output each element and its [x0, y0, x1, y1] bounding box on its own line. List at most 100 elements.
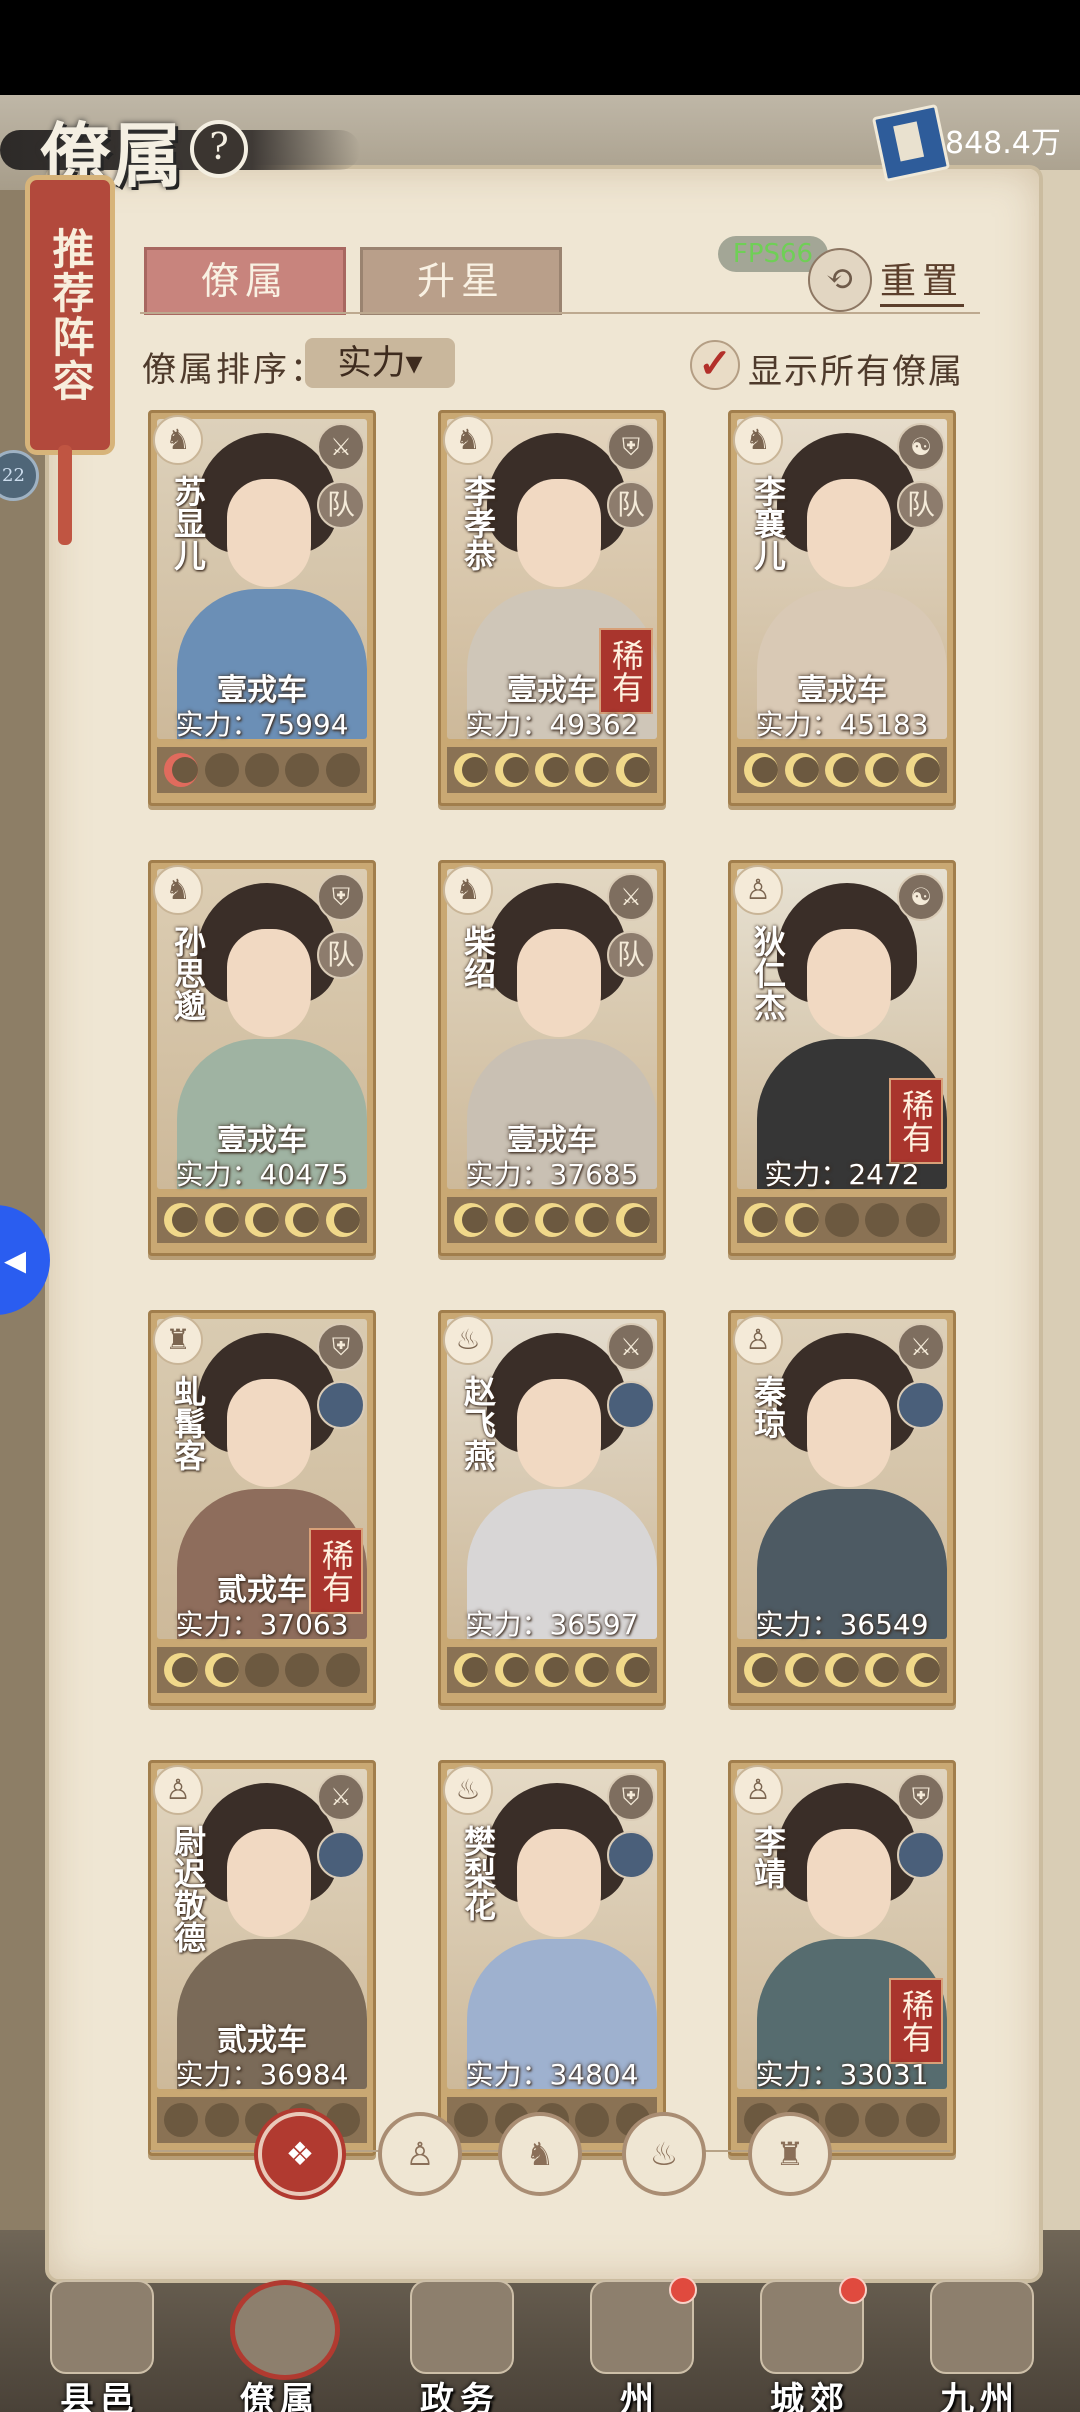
- moon-star-icon: [204, 1653, 239, 1687]
- cat-icon[interactable]: ♞: [498, 2112, 582, 2196]
- moon-star-icon: [865, 2103, 900, 2137]
- moon-star-icon: [164, 2103, 199, 2137]
- tab-shengxing[interactable]: 升星: [360, 247, 562, 315]
- moon-star-icon: [865, 753, 900, 787]
- retainer-card[interactable]: ♜ ⛨ 虬髯客 稀有 贰戎车 实力：37063: [148, 1310, 376, 1706]
- team-badge: 队: [897, 481, 945, 529]
- class-icon: ⚔: [317, 1773, 365, 1821]
- class-icon: ⛨: [897, 1773, 945, 1821]
- moon-star-icon: [615, 1203, 650, 1237]
- show-all-checkbox[interactable]: ✓: [690, 340, 740, 390]
- nav-building-icon: [410, 2280, 514, 2374]
- faction-icon: ♙: [733, 1315, 783, 1365]
- moon-star-icon: [905, 1203, 940, 1237]
- reset-button[interactable]: 重置: [880, 252, 965, 307]
- question-icon[interactable]: ?: [190, 120, 248, 178]
- all-icon[interactable]: ❖: [258, 2112, 342, 2196]
- class-icon: ⚔: [317, 423, 365, 471]
- moon-star-icon: [824, 753, 859, 787]
- power-value: 实力：37685: [465, 1158, 639, 1191]
- nav-building-icon: [930, 2280, 1034, 2374]
- retainer-card[interactable]: ♙ ☯ 狄仁杰 稀有 实力：2472: [728, 860, 956, 1256]
- power-value: 实力：2472: [764, 1158, 920, 1191]
- rat-icon[interactable]: ♜: [748, 2112, 832, 2196]
- retainer-name: 赵飞燕: [459, 1375, 497, 1471]
- tab-liaoshu[interactable]: 僚属: [144, 247, 346, 315]
- moon-star-icon: [244, 753, 279, 787]
- fan-icon[interactable]: ♨: [622, 2112, 706, 2196]
- nav-item[interactable]: 九州: [905, 2280, 1055, 2412]
- faction-icon: ♨: [443, 1765, 493, 1815]
- moon-star-icon: [454, 1203, 489, 1237]
- power-value: 实力：75994: [175, 708, 349, 741]
- retainer-card[interactable]: ♞ ☯ 队李襄儿 壹戎车 实力：45183: [728, 410, 956, 806]
- reset-icon[interactable]: ⟲: [808, 248, 872, 312]
- faction-icon: ♙: [733, 1765, 783, 1815]
- moon-star-icon: [905, 1653, 940, 1687]
- moon-star-icon: [824, 2103, 859, 2137]
- retainer-name: 柴绍: [459, 925, 497, 989]
- team-badge: 队: [317, 481, 365, 529]
- star-bar: [157, 1197, 367, 1243]
- faction-icon: ♞: [443, 415, 493, 465]
- retainer-card[interactable]: ♞ ⚔ 队柴绍 壹戎车 实力：37685: [438, 860, 666, 1256]
- moon-star-icon: [494, 1653, 529, 1687]
- class-icon: ☯: [897, 873, 945, 921]
- moon-star-icon: [454, 2103, 489, 2137]
- show-all-label[interactable]: 显示所有僚属: [748, 344, 964, 393]
- star-bar: [447, 1647, 657, 1693]
- retainer-card[interactable]: ♙ ⚔ 尉迟敬德 贰戎车 实力：36984: [148, 1760, 376, 2156]
- retainer-name: 秦琼: [749, 1375, 787, 1439]
- retainer-card[interactable]: ♞ ⛨ 队李孝恭 稀有 壹戎车 实力：49362: [438, 410, 666, 806]
- moon-star-icon: [575, 2103, 610, 2137]
- nav-label: 九州: [940, 2380, 1020, 2412]
- nav-label: 僚属: [240, 2380, 320, 2412]
- class-icon: ⚔: [607, 873, 655, 921]
- retainer-card[interactable]: ♨ ⚔ 赵飞燕 实力：36597: [438, 1310, 666, 1706]
- recommend-lineup-button[interactable]: 推荐阵容: [25, 175, 115, 455]
- nav-item[interactable]: 县邑: [25, 2280, 175, 2412]
- faction-icon: ♞: [153, 415, 203, 465]
- general-icon[interactable]: ♙: [378, 2112, 462, 2196]
- sort-dropdown[interactable]: 实力▾: [305, 338, 455, 388]
- moon-star-icon: [164, 1653, 199, 1687]
- paired-avatar: [897, 1831, 945, 1879]
- power-value: 实力：45183: [755, 708, 929, 741]
- moon-star-icon: [204, 753, 239, 787]
- retainer-card[interactable]: ♨ ⛨ 樊梨花 实力：34804: [438, 1760, 666, 2156]
- moon-star-icon: [204, 1203, 239, 1237]
- nav-item[interactable]: 城郊: [735, 2276, 885, 2412]
- moon-star-icon: [865, 1653, 900, 1687]
- moon-star-icon: [534, 1653, 569, 1687]
- moon-star-icon: [285, 753, 320, 787]
- nav-item[interactable]: 僚属: [205, 2280, 355, 2412]
- power-value: 实力：40475: [175, 1158, 349, 1191]
- paired-avatar: [897, 1381, 945, 1429]
- moon-star-icon: [744, 753, 779, 787]
- retainer-name: 李孝恭: [459, 475, 497, 571]
- team-badge: 队: [607, 931, 655, 979]
- nav-item[interactable]: 州: [565, 2276, 715, 2412]
- moon-star-icon: [824, 1653, 859, 1687]
- retainer-card[interactable]: ♞ ⚔ 队苏显儿 壹戎车 实力：75994: [148, 410, 376, 806]
- moon-star-icon: [575, 1203, 610, 1237]
- nav-label: 城郊: [770, 2380, 850, 2412]
- moon-star-icon: [164, 1203, 199, 1237]
- retainer-card[interactable]: ♞ ⛨ 队孙思邈 壹戎车 实力：40475: [148, 860, 376, 1256]
- star-bar: [157, 747, 367, 793]
- tab-divider: [140, 312, 980, 314]
- moon-star-icon: [744, 1653, 779, 1687]
- moon-star-icon: [204, 2103, 239, 2137]
- retainer-card[interactable]: ♙ ⛨ 李靖 稀有 实力：33031: [728, 1760, 956, 2156]
- retainer-name: 狄仁杰: [749, 925, 787, 1021]
- faction-icon: ♨: [443, 1315, 493, 1365]
- moon-star-icon: [454, 753, 489, 787]
- paired-avatar: [607, 1381, 655, 1429]
- moon-star-icon: [615, 753, 650, 787]
- power-value: 实力：36597: [465, 1608, 639, 1641]
- retainer-card[interactable]: ♙ ⚔ 秦琼 实力：36549: [728, 1310, 956, 1706]
- moon-star-icon: [534, 753, 569, 787]
- rare-badge: 稀有: [889, 1078, 943, 1164]
- nav-item[interactable]: 政务: [385, 2280, 535, 2412]
- nav-label: 政务: [420, 2380, 500, 2412]
